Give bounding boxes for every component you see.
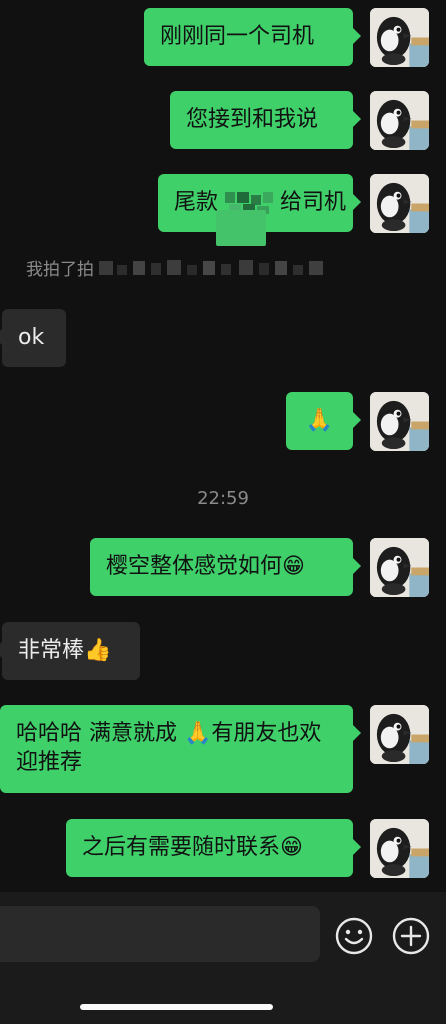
outgoing-message[interactable]: 您接到和我说 [170, 91, 361, 149]
system-notice: 我拍了拍 [26, 255, 329, 284]
system-notice-text: 我拍了拍 [26, 260, 94, 280]
smiley-face-icon[interactable] [334, 916, 374, 956]
outgoing-message[interactable]: 哈哈哈 满意就成 🙏有朋友也欢迎推荐 [0, 705, 361, 793]
message-text: 樱空整体感觉如何😁 [106, 554, 305, 579]
avatar[interactable] [370, 538, 429, 597]
message-text: 哈哈哈 满意就成 🙏有朋友也欢迎推荐 [16, 721, 322, 775]
chat-screen: 刚刚同一个司机 您接到和我说 尾款 给司机 我拍了拍 ok 🙏 22:59 樱空… [0, 0, 446, 1024]
outgoing-message[interactable]: 🙏 [286, 392, 361, 450]
outgoing-message[interactable]: 樱空整体感觉如何😁 [90, 538, 361, 596]
outgoing-message[interactable]: 刚刚同一个司机 [144, 8, 361, 66]
avatar[interactable] [370, 705, 429, 764]
avatar[interactable] [370, 392, 429, 451]
avatar[interactable] [370, 174, 429, 233]
message-text: 刚刚同一个司机 [160, 24, 315, 49]
avatar[interactable] [370, 819, 429, 878]
avatar[interactable] [370, 8, 429, 67]
home-indicator[interactable] [80, 1004, 273, 1010]
timestamp: 22:59 [197, 488, 249, 509]
message-text: 之后有需要随时联系😁 [82, 835, 303, 860]
message-text-end: 给司机 [280, 190, 347, 215]
pixelated-censor [99, 257, 329, 284]
message-text: 非常棒👍 [18, 638, 112, 663]
avatar[interactable] [370, 91, 429, 150]
message-text: 🙏 [305, 408, 334, 433]
incoming-message[interactable]: ok [0, 309, 66, 367]
message-text-start: 尾款 [174, 190, 219, 215]
pixelated-censor-block [216, 210, 266, 246]
message-text: ok [18, 325, 45, 350]
outgoing-message[interactable]: 之后有需要随时联系😁 [66, 819, 361, 877]
message-input[interactable] [0, 906, 320, 962]
plus-circle-icon[interactable] [391, 916, 431, 956]
incoming-message[interactable]: 非常棒👍 [0, 622, 140, 680]
input-bar [0, 892, 446, 1024]
message-text: 您接到和我说 [186, 107, 319, 132]
